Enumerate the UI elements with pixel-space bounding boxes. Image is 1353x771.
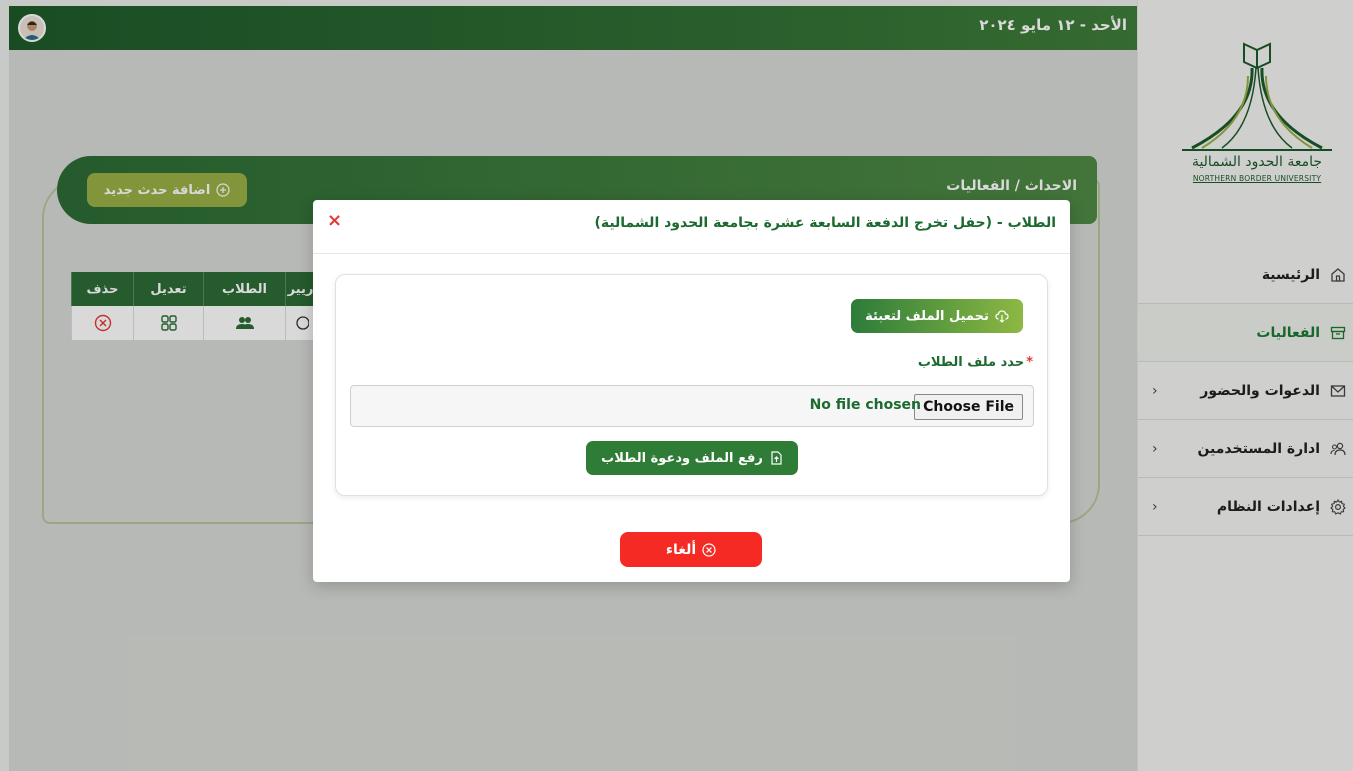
cancel-button[interactable]: ألغاء bbox=[620, 532, 762, 567]
students-modal: الطلاب - (حفل تخرج الدفعة السابعة عشرة ب… bbox=[313, 200, 1070, 582]
no-file-text: No file chosen bbox=[809, 397, 921, 413]
download-template-label: تحميل الملف لتعبئة bbox=[865, 308, 989, 324]
choose-file-button[interactable]: Choose File bbox=[914, 394, 1023, 420]
file-field-label: *حدد ملف الطلاب bbox=[918, 355, 1033, 370]
cancel-label: ألغاء bbox=[665, 541, 697, 558]
download-template-button[interactable]: تحميل الملف لتعبئة bbox=[851, 299, 1023, 333]
file-input[interactable]: Choose File No file chosen bbox=[350, 385, 1034, 427]
file-upload-icon bbox=[769, 451, 783, 465]
modal-title: الطلاب - (حفل تخرج الدفعة السابعة عشرة ب… bbox=[594, 215, 1056, 231]
cloud-download-icon bbox=[995, 309, 1009, 323]
close-icon[interactable]: × bbox=[327, 212, 342, 230]
upload-panel: تحميل الملف لتعبئة *حدد ملف الطلاب Choos… bbox=[335, 274, 1048, 496]
close-circle-icon bbox=[702, 542, 716, 557]
upload-invite-label: رفع الملف ودعوة الطلاب bbox=[601, 450, 763, 466]
upload-invite-button[interactable]: رفع الملف ودعوة الطلاب bbox=[586, 441, 798, 475]
file-field-label-text: حدد ملف الطلاب bbox=[917, 355, 1025, 370]
required-mark: * bbox=[1026, 355, 1033, 370]
modal-header: الطلاب - (حفل تخرج الدفعة السابعة عشرة ب… bbox=[313, 200, 1070, 254]
